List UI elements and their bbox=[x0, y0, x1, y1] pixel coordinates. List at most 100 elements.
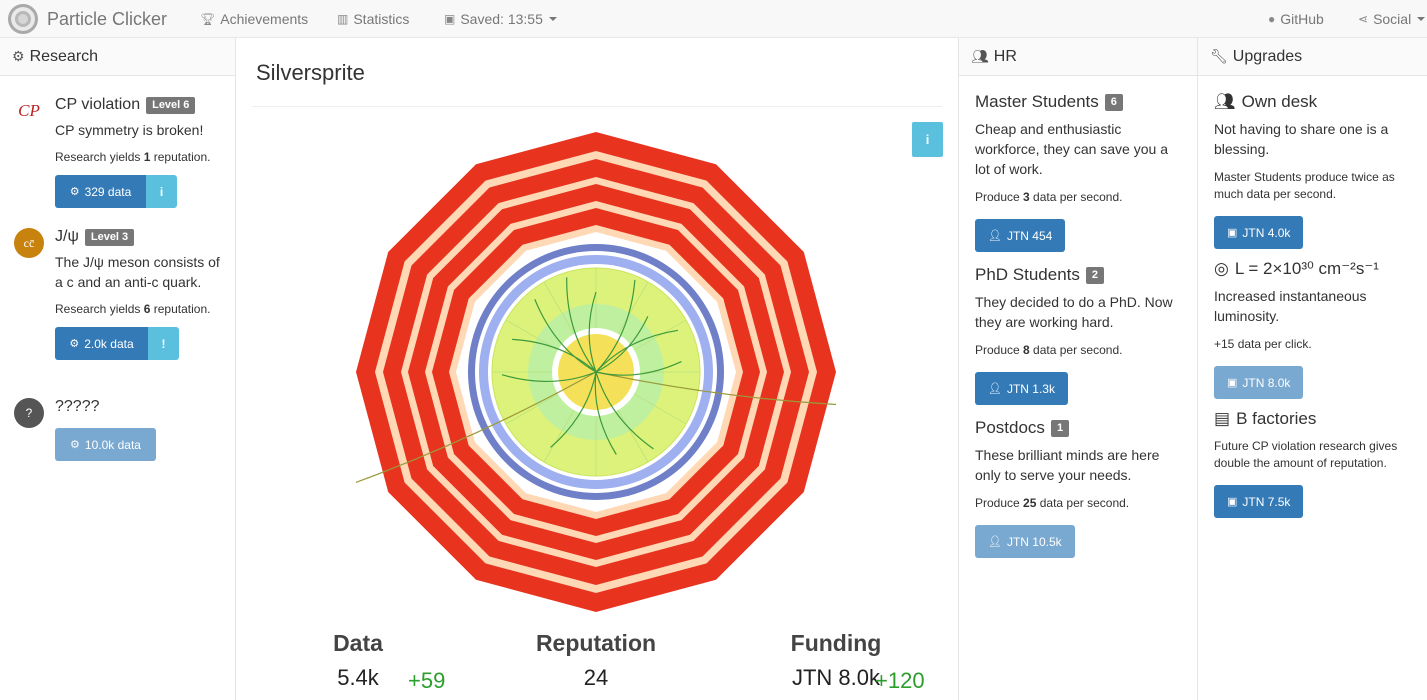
hr-description: Cheap and enthusiastic workforce, they c… bbox=[975, 121, 1168, 177]
bar-chart-icon: ▥ bbox=[337, 12, 349, 26]
hire-button[interactable]: 👤︎ JTN 1.3k bbox=[975, 372, 1068, 405]
user-icon: 👤︎ bbox=[988, 230, 1002, 242]
nav-saved-dropdown[interactable]: ▣ Saved: 13:55 bbox=[444, 0, 557, 38]
research-title: CP violation Level 6 bbox=[55, 94, 229, 116]
research-button-group: ⚙ 10.0k data bbox=[55, 428, 229, 461]
money-icon: ▣ bbox=[1227, 496, 1238, 508]
research-name: ????? bbox=[55, 398, 100, 415]
upgrade-title: 👥︎ Own desk bbox=[1214, 91, 1414, 113]
stat-reputation-label: Reputation bbox=[535, 630, 657, 656]
stat-reputation-value: 24 bbox=[583, 665, 609, 690]
hr-heading-label: HR bbox=[993, 47, 1017, 65]
research-yield: Research yields 6 reputation. bbox=[55, 302, 211, 316]
stat-reputation: Reputation 24 bbox=[526, 630, 666, 691]
detector-panel: Silverspritе i Data 5.4k +59 Reputation … bbox=[236, 38, 958, 700]
upgrade-cost-label: JTN 7.5k bbox=[1242, 494, 1291, 509]
brand[interactable]: Particle Clicker bbox=[8, 4, 167, 34]
nav-github-label: GitHub bbox=[1280, 11, 1324, 27]
hr-description: They decided to do a PhD. Now they are w… bbox=[975, 294, 1173, 330]
stat-data-delta: +59 bbox=[408, 668, 446, 693]
count-badge: 2 bbox=[1085, 266, 1105, 284]
count-badge: 6 bbox=[1104, 93, 1123, 111]
upgrade-effect: Master Students produce twice as much da… bbox=[1214, 170, 1395, 201]
hire-cost-label: JTN 10.5k bbox=[1006, 534, 1062, 549]
stat-data-label: Data bbox=[333, 630, 383, 656]
level-badge: Level 3 bbox=[84, 228, 135, 246]
upgrade-title: ◎ L = 2×10³⁰ cm⁻²s⁻¹ bbox=[1214, 258, 1414, 280]
hr-item-phd-students: PhD Students 2 They decided to do a PhD.… bbox=[975, 264, 1185, 405]
stat-funding-delta: +120 bbox=[875, 668, 925, 693]
upgrade-name: L = 2×10³⁰ cm⁻²s⁻¹ bbox=[1234, 259, 1379, 278]
hr-item-postdocs: Postdocs 1 These brilliant minds are her… bbox=[975, 417, 1185, 558]
research-cost-button[interactable]: ⚙ 10.0k data bbox=[55, 428, 156, 461]
research-title: J/ψ Level 3 bbox=[55, 226, 229, 248]
target-icon: ◎ bbox=[1214, 259, 1229, 278]
research-button-group: ⚙ 329 data i bbox=[55, 175, 229, 208]
nav-statistics[interactable]: ▥ Statistics bbox=[337, 0, 409, 38]
chevron-down-icon bbox=[548, 17, 557, 21]
detector-clickable[interactable] bbox=[356, 118, 836, 618]
nav-achievements-label: Achievements bbox=[220, 11, 309, 27]
research-panel: ⚙ Research CP CP violation Level 6 CP sy… bbox=[0, 38, 236, 700]
research-heading: ⚙ Research bbox=[0, 38, 235, 76]
research-info-button[interactable]: i bbox=[146, 175, 177, 208]
hire-cost-label: JTN 1.3k bbox=[1006, 381, 1055, 396]
nav-statistics-label: Statistics bbox=[353, 11, 410, 27]
upgrade-title: ▤ B factories bbox=[1214, 408, 1414, 430]
hr-production: Produce 3 data per second. bbox=[975, 190, 1123, 204]
research-cost-button[interactable]: ⚙ 329 data bbox=[55, 175, 146, 208]
hr-heading: 👥︎ HR bbox=[959, 38, 1197, 76]
hr-title: Master Students 6 bbox=[975, 91, 1185, 113]
upgrade-item-luminosity: ◎ L = 2×10³⁰ cm⁻²s⁻¹ Increased instantan… bbox=[1214, 258, 1414, 399]
upgrade-description: Not having to share one is a blessing. bbox=[1214, 121, 1389, 157]
research-cost-label: 2.0k data bbox=[84, 336, 134, 351]
research-cost-button[interactable]: ⚙ 2.0k data bbox=[55, 327, 148, 360]
cogs-icon: ⚙ bbox=[70, 439, 80, 451]
hr-name: Master Students bbox=[975, 92, 1099, 111]
nav-social-dropdown[interactable]: ⋖ Social bbox=[1358, 0, 1426, 38]
hr-item-master-students: Master Students 6 Cheap and enthusiastic… bbox=[975, 91, 1185, 252]
hire-button[interactable]: 👤︎ JTN 454 bbox=[975, 219, 1066, 252]
research-item-cp-violation: CP CP violation Level 6 CP symmetry is b… bbox=[14, 94, 229, 208]
upgrade-buy-button[interactable]: ▣ JTN 7.5k bbox=[1214, 485, 1304, 518]
share-icon: ⋖ bbox=[1358, 12, 1369, 26]
upgrade-buy-button[interactable]: ▣ JTN 8.0k bbox=[1214, 366, 1304, 399]
user-icon: 👤︎ bbox=[988, 383, 1002, 395]
level-badge: Level 6 bbox=[146, 96, 196, 114]
stat-funding-label: Funding bbox=[790, 630, 882, 656]
research-name: CP violation bbox=[55, 96, 141, 113]
users-icon: 👥︎ bbox=[1214, 92, 1236, 111]
research-title: ????? bbox=[55, 396, 229, 418]
lab-name-title: Silverspritе bbox=[256, 60, 365, 85]
nav-social-label: Social bbox=[1373, 11, 1412, 27]
hr-title: Postdocs 1 bbox=[975, 417, 1185, 439]
upgrade-name: Own desk bbox=[1241, 92, 1318, 111]
upgrades-panel: 🔧︎ Upgrades 👥︎ Own desk Not having to sh… bbox=[1198, 38, 1427, 700]
brand-logo-icon bbox=[8, 4, 38, 34]
upgrade-buy-button[interactable]: ▣ JTN 4.0k bbox=[1214, 216, 1304, 249]
hire-button[interactable]: 👤︎ JTN 10.5k bbox=[975, 525, 1075, 558]
upgrade-cost-label: JTN 4.0k bbox=[1242, 225, 1291, 240]
navbar: Particle Clicker 🏆︎ Achievements ▥ Stati… bbox=[0, 0, 1427, 38]
research-description: CP symmetry is broken! bbox=[55, 122, 204, 138]
upgrade-effect: Future CP violation research gives doubl… bbox=[1214, 439, 1398, 470]
hr-description: These brilliant minds are here only to s… bbox=[975, 447, 1160, 483]
upgrade-cost-label: JTN 8.0k bbox=[1242, 375, 1291, 390]
hire-cost-label: JTN 454 bbox=[1006, 228, 1053, 243]
research-info-button[interactable]: ! bbox=[148, 327, 179, 360]
nav-achievements[interactable]: 🏆︎ Achievements bbox=[200, 0, 308, 38]
detector-info-button[interactable]: i bbox=[912, 122, 943, 157]
jpsi-icon: cc̄ bbox=[14, 228, 44, 258]
cogs-icon: ⚙ bbox=[12, 48, 25, 64]
github-icon: ● bbox=[1268, 12, 1276, 26]
floppy-icon: ▣ bbox=[444, 12, 456, 26]
cogs-icon: ⚙ bbox=[69, 338, 80, 350]
unknown-icon: ? bbox=[14, 398, 44, 428]
research-cost-label: 10.0k data bbox=[84, 437, 141, 452]
upgrade-effect: +15 data per click. bbox=[1214, 337, 1312, 351]
nav-saved-label: Saved: 13:55 bbox=[460, 11, 543, 27]
research-description: The J/ψ meson consists of a c and an ant… bbox=[55, 254, 220, 290]
newspaper-icon: ▤ bbox=[1214, 409, 1231, 428]
nav-github[interactable]: ● GitHub bbox=[1268, 0, 1324, 38]
upgrade-name: B factories bbox=[1236, 409, 1317, 428]
